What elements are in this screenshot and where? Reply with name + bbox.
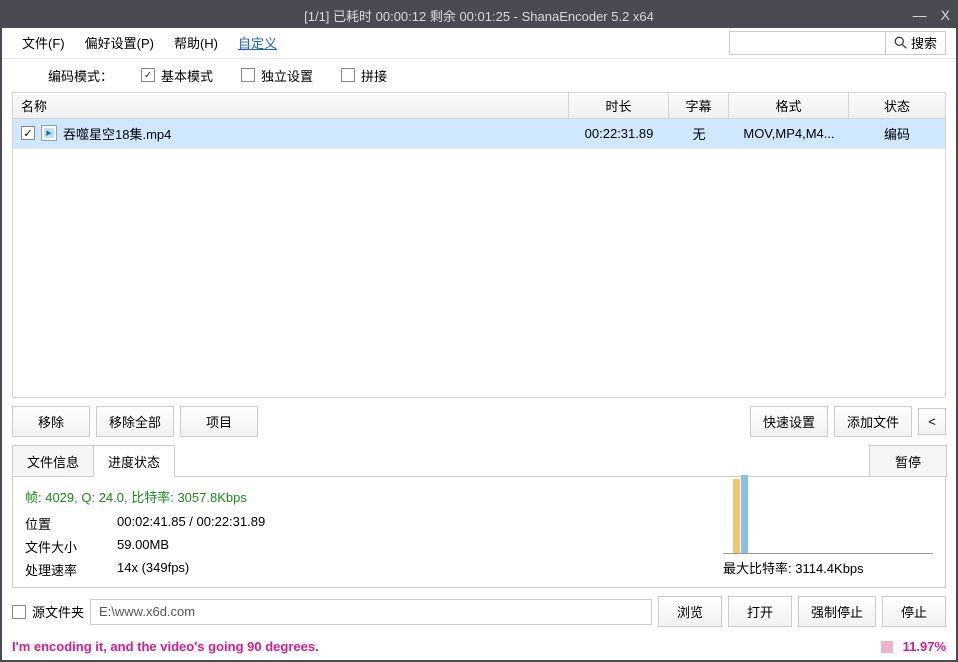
source-label: 源文件夹 [32, 602, 84, 621]
force-stop-button[interactable]: 强制停止 [798, 596, 876, 627]
project-button[interactable]: 项目 [180, 406, 258, 437]
bitrate-graph [723, 487, 933, 554]
col-status[interactable]: 状态 [849, 93, 945, 118]
close-icon[interactable]: X [941, 7, 950, 23]
info-tabs: 文件信息 进度状态 暂停 [2, 445, 956, 477]
filesize-value: 59.00MB [117, 537, 169, 556]
cell-format: MOV,MP4,M4... [729, 122, 849, 145]
speed-label: 处理速率 [25, 560, 117, 579]
graph-bar [741, 475, 748, 553]
speed-value: 14x (349fps) [117, 560, 189, 579]
encode-stats: 帧: 4029, Q: 24.0, 比特率: 3057.8Kbps [25, 487, 723, 506]
position-value: 00:02:41.85 / 00:22:31.89 [117, 514, 265, 533]
app-body: 文件(F) 偏好设置(P) 帮助(H) 自定义 搜索 编码模式： ✓基本模式 独… [2, 28, 956, 660]
search-icon [894, 36, 907, 49]
mode-independent[interactable]: 独立设置 [241, 66, 313, 85]
file-table: 名称 时长 字幕 格式 状态 ✓ 吞噬星空18集.mp4 00:22:31.89… [12, 92, 946, 398]
tab-file-info[interactable]: 文件信息 [12, 445, 94, 477]
menubar: 文件(F) 偏好设置(P) 帮助(H) 自定义 搜索 [2, 28, 956, 59]
titlebar: [1/1] 已耗时 00:00:12 剩余 00:01:25 - ShanaEn… [2, 2, 956, 28]
remove-button[interactable]: 移除 [12, 406, 90, 437]
mode-stitch[interactable]: 拼接 [341, 66, 387, 85]
mode-label: 编码模式： [48, 66, 113, 85]
progress-panel: 帧: 4029, Q: 24.0, 比特率: 3057.8Kbps 位置00:0… [12, 476, 946, 588]
progress-percent: 11.97% [903, 639, 946, 654]
search-button[interactable]: 搜索 [885, 32, 945, 54]
col-name[interactable]: 名称 [13, 93, 569, 118]
status-message: I'm encoding it, and the video's going 9… [12, 639, 319, 654]
mode-basic[interactable]: ✓基本模式 [141, 66, 213, 85]
window-title: [1/1] 已耗时 00:00:12 剩余 00:01:25 - ShanaEn… [304, 6, 654, 25]
add-file-button[interactable]: 添加文件 [834, 406, 912, 437]
cell-duration: 00:22:31.89 [569, 122, 669, 145]
quick-settings-button[interactable]: 快速设置 [750, 406, 828, 437]
search-box: 搜索 [729, 31, 946, 55]
cell-subtitle: 无 [669, 120, 729, 147]
file-name: 吞噬星空18集.mp4 [63, 124, 171, 143]
collapse-button[interactable]: < [918, 408, 946, 435]
cell-status: 编码 [849, 120, 945, 147]
row-checkbox[interactable]: ✓ [21, 126, 35, 140]
action-buttons: 移除 移除全部 项目 快速设置 添加文件 < [2, 398, 956, 445]
col-duration[interactable]: 时长 [569, 93, 669, 118]
stop-button[interactable]: 停止 [882, 596, 946, 627]
menu-preferences[interactable]: 偏好设置(P) [75, 29, 164, 56]
filesize-label: 文件大小 [25, 537, 117, 556]
col-subtitle[interactable]: 字幕 [669, 93, 729, 118]
encode-mode-row: 编码模式： ✓基本模式 独立设置 拼接 [2, 59, 956, 92]
menu-file[interactable]: 文件(F) [12, 29, 75, 56]
open-button[interactable]: 打开 [728, 596, 792, 627]
video-file-icon [41, 125, 57, 141]
menu-help[interactable]: 帮助(H) [164, 29, 228, 56]
tab-progress[interactable]: 进度状态 [93, 445, 175, 477]
pause-button[interactable]: 暂停 [869, 445, 947, 477]
max-bitrate: 最大比特率: 3114.4Kbps [723, 558, 933, 577]
table-row[interactable]: ✓ 吞噬星空18集.mp4 00:22:31.89 无 MOV,MP4,M4..… [13, 119, 945, 149]
search-input[interactable] [730, 32, 885, 54]
source-path[interactable]: E:\www.x6d.com [90, 599, 652, 625]
table-header: 名称 时长 字幕 格式 状态 [13, 93, 945, 119]
source-row: 源文件夹 E:\www.x6d.com 浏览 打开 强制停止 停止 [2, 588, 956, 635]
status-bar: I'm encoding it, and the video's going 9… [2, 635, 956, 660]
minimize-icon[interactable]: — [913, 7, 927, 23]
progress-icon [881, 641, 893, 653]
col-format[interactable]: 格式 [729, 93, 849, 118]
menu-custom[interactable]: 自定义 [228, 29, 287, 56]
position-label: 位置 [25, 514, 117, 533]
remove-all-button[interactable]: 移除全部 [96, 406, 174, 437]
graph-bar [733, 479, 740, 553]
window-controls: — X [913, 7, 950, 23]
browse-button[interactable]: 浏览 [658, 596, 722, 627]
source-checkbox[interactable] [12, 605, 26, 619]
